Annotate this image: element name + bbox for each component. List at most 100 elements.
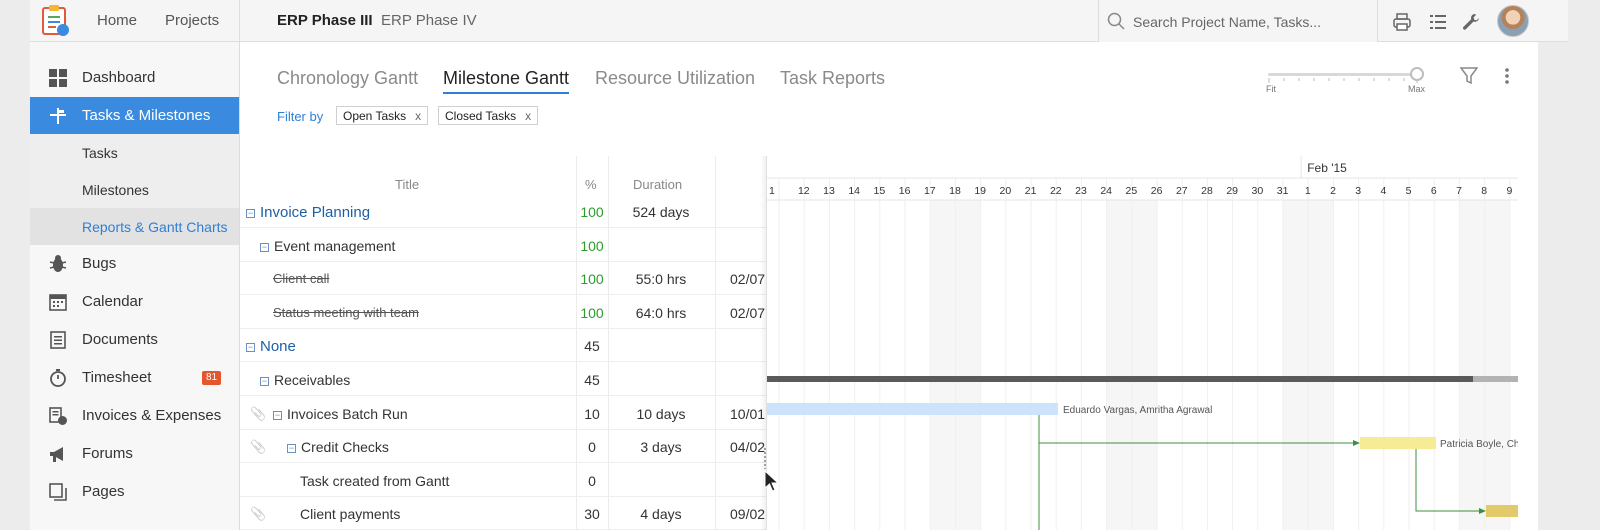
- print-icon[interactable]: [1392, 12, 1412, 32]
- task-bar-credit-checks: [1360, 437, 1436, 449]
- remove-filter-icon[interactable]: x: [415, 109, 421, 123]
- tab-task-reports[interactable]: Task Reports: [780, 68, 885, 92]
- collapse-icon[interactable]: −: [273, 410, 282, 420]
- attachment-icon[interactable]: 📎: [250, 406, 266, 422]
- table-row[interactable]: 📎 Client payments 30 4 days 09/02: [240, 496, 766, 530]
- table-row[interactable]: − Receivables 45: [240, 362, 766, 396]
- sidebar-item-forums[interactable]: Forums: [30, 435, 239, 472]
- column-divider: [715, 156, 716, 530]
- sidebar-item-label: Dashboard: [82, 69, 156, 86]
- task-percent: 100: [580, 271, 604, 288]
- project-tab-active[interactable]: ERP Phase III: [277, 12, 373, 29]
- sidebar-item-label: Documents: [82, 331, 158, 348]
- table-row[interactable]: 📎 − Invoices Batch Run 10 10 days 10/01: [240, 396, 766, 430]
- day-label: 4: [1380, 185, 1386, 197]
- timesheet-icon: [50, 369, 66, 387]
- task-title[interactable]: − Invoice Planning: [246, 204, 370, 221]
- nav-home-link[interactable]: Home: [97, 12, 137, 29]
- day-label: 20: [1000, 185, 1012, 197]
- day-label: 28: [1201, 185, 1213, 197]
- attachment-icon[interactable]: 📎: [250, 506, 266, 522]
- collapse-icon[interactable]: −: [260, 377, 269, 386]
- invoice-icon: [49, 407, 67, 425]
- nav-projects-link[interactable]: Projects: [165, 12, 219, 29]
- zoom-min-label: Fit: [1266, 84, 1276, 94]
- sidebar-item-pages[interactable]: Pages: [30, 473, 239, 510]
- sidebar-item-label: Forums: [82, 445, 133, 462]
- task-title-text: Client call: [273, 271, 330, 287]
- tab-resource-utilization[interactable]: Resource Utilization: [595, 68, 755, 92]
- collapse-icon[interactable]: −: [246, 343, 255, 353]
- table-row[interactable]: Task created from Gantt 0: [240, 463, 766, 497]
- task-duration: 10 days: [636, 405, 686, 422]
- sidebar-subitem-milestones[interactable]: Milestones: [30, 171, 239, 208]
- sidebar-item-label: Pages: [82, 483, 125, 500]
- task-percent: 0: [588, 472, 596, 489]
- sidebar-subitem-tasks[interactable]: Tasks: [30, 134, 239, 171]
- sidebar-item-invoices-expenses[interactable]: Invoices & Expenses: [30, 397, 239, 434]
- zoom-track: [1268, 73, 1418, 76]
- pane-resize-handle[interactable]: [763, 447, 767, 469]
- task-bar-client-payments: [1486, 505, 1518, 517]
- task-bar-assignees: Patricia Boyle, Ch: [1440, 439, 1518, 450]
- day-label: 16: [899, 185, 911, 197]
- column-header-percent: %: [585, 177, 597, 192]
- tab-chronology-gantt[interactable]: Chronology Gantt: [277, 68, 418, 92]
- bug-icon: [49, 255, 67, 272]
- task-title[interactable]: Status meeting with team: [273, 305, 419, 320]
- sidebar-subitem-reports-gantt[interactable]: Reports & Gantt Charts: [30, 208, 239, 245]
- user-avatar[interactable]: [1497, 5, 1529, 37]
- list-icon[interactable]: [1428, 12, 1448, 32]
- task-title-text: Credit Checks: [301, 439, 389, 456]
- table-row[interactable]: Client call 100 55:0 hrs 02/07: [240, 261, 766, 296]
- day-label: 30: [1252, 185, 1264, 197]
- collapse-icon[interactable]: −: [287, 444, 296, 454]
- collapse-icon[interactable]: −: [246, 209, 255, 218]
- zoom-slider[interactable]: Fit Max: [1266, 66, 1425, 96]
- project-tab[interactable]: ERP Phase IV: [381, 12, 477, 29]
- task-title[interactable]: − None: [246, 338, 296, 355]
- task-grid: Title % Duration − Invoice Planning 100 524…: [240, 156, 766, 530]
- gantt-chart[interactable]: Feb '15 1 12 13 14 15 16 17 18 19 20 21 22 23 24 25 26 27…: [766, 156, 1518, 530]
- table-row[interactable]: Status meeting with team 100 64:0 hrs 02/07: [240, 295, 766, 329]
- task-title[interactable]: Client payments: [300, 506, 400, 522]
- sidebar-item-label: Bugs: [82, 255, 117, 272]
- sidebar-item-tasks-milestones[interactable]: Tasks & Milestones: [30, 97, 239, 134]
- table-row[interactable]: − Event management 100: [240, 228, 766, 262]
- column-header-title: Title: [395, 177, 420, 192]
- search-icon: [1107, 12, 1125, 30]
- collapse-icon[interactable]: −: [260, 242, 269, 252]
- day-label: 29: [1226, 185, 1238, 197]
- task-title[interactable]: Client call: [273, 271, 329, 286]
- summary-bar-progress: [767, 376, 1473, 382]
- sidebar-subitem-label: Reports & Gantt Charts: [82, 219, 228, 235]
- sidebar-item-label: Tasks & Milestones: [82, 107, 211, 124]
- task-percent: 45: [584, 372, 600, 388]
- sidebar-item-timesheet[interactable]: Timesheet 81: [30, 359, 239, 396]
- task-title-text: None: [260, 338, 296, 356]
- sidebar-item-dashboard[interactable]: Dashboard: [30, 59, 239, 96]
- table-row[interactable]: 📎 − Credit Checks 0 3 days 04/02: [240, 429, 766, 464]
- sidebar-item-documents[interactable]: Documents: [30, 321, 239, 358]
- attachment-icon[interactable]: 📎: [250, 439, 266, 455]
- megaphone-icon: [50, 447, 63, 462]
- task-title[interactable]: − Event management: [260, 238, 395, 254]
- filter-funnel-icon[interactable]: [1460, 66, 1478, 86]
- sidebar-item-calendar[interactable]: Calendar: [30, 283, 239, 320]
- zoom-thumb[interactable]: [1410, 67, 1424, 81]
- task-title[interactable]: Task created from Gantt: [300, 473, 449, 489]
- more-options-icon[interactable]: [1503, 66, 1511, 86]
- sidebar-item-bugs[interactable]: Bugs: [30, 245, 239, 282]
- tab-milestone-gantt[interactable]: Milestone Gantt: [443, 68, 570, 94]
- task-title[interactable]: − Credit Checks: [287, 439, 389, 455]
- remove-filter-icon[interactable]: x: [525, 109, 531, 123]
- search-input[interactable]: Search Project Name, Tasks...: [1098, 0, 1378, 42]
- task-title[interactable]: − Invoices Batch Run: [273, 406, 408, 422]
- app-logo-icon[interactable]: [38, 4, 72, 38]
- sidebar-item-label: Calendar: [82, 293, 143, 310]
- table-row[interactable]: − None 45: [240, 328, 766, 363]
- filter-label: Filter by: [277, 109, 324, 124]
- table-row[interactable]: − Invoice Planning 100 524 days: [240, 194, 766, 228]
- task-title[interactable]: − Receivables: [260, 372, 350, 388]
- wrench-icon[interactable]: [1461, 12, 1481, 32]
